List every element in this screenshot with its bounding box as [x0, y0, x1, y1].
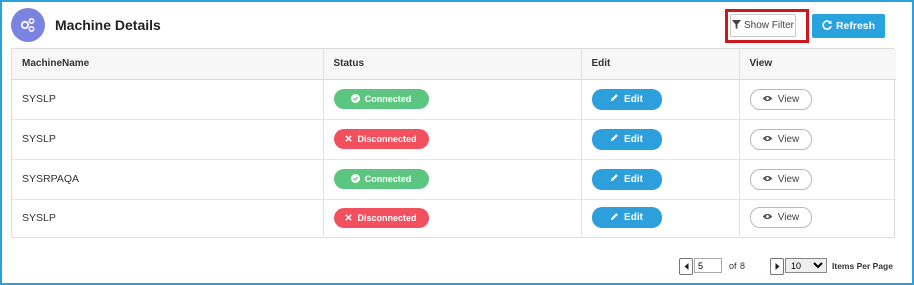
status-cell: Disconnected [323, 119, 582, 159]
x-icon [345, 134, 353, 144]
edit-cell: Edit [581, 159, 740, 199]
refresh-label: Refresh [835, 20, 876, 32]
items-per-page-select[interactable]: 10 [785, 258, 827, 273]
next-page-button[interactable] [770, 258, 784, 275]
column-header-view[interactable]: View [739, 49, 896, 79]
eye-icon [762, 94, 773, 105]
edit-button[interactable]: Edit [591, 207, 662, 229]
eye-icon [762, 212, 773, 223]
machine-name-cell: SYSLP [12, 79, 324, 119]
machine-name: SYSRPAQA [22, 173, 79, 185]
chevron-left-icon [684, 262, 689, 272]
edit-button[interactable]: Edit [591, 128, 662, 150]
x-icon [345, 213, 353, 223]
page-of-label: of [729, 261, 737, 271]
show-filter-button[interactable]: Show Filter [730, 14, 796, 37]
table-row: SYSLP Disconnected Edit View [12, 199, 896, 236]
status-cell: Disconnected [323, 199, 582, 236]
machine-name-cell: SYSLP [12, 119, 324, 159]
view-label: View [777, 133, 800, 145]
total-pages: 8 [740, 261, 746, 271]
status-cell: Connected [323, 79, 582, 119]
items-per-page-label: Items Per Page [832, 261, 893, 271]
machine-name-cell: SYSRPAQA [12, 159, 324, 199]
eye-icon [762, 134, 773, 145]
status-label: Connected [364, 174, 412, 184]
view-button[interactable]: View [749, 88, 812, 110]
view-cell: View [739, 199, 896, 236]
refresh-icon [822, 19, 832, 33]
edit-label: Edit [624, 212, 643, 224]
machine-name: SYSLP [22, 211, 56, 224]
view-label: View [777, 212, 800, 224]
status-label: Disconnected [357, 134, 417, 144]
machine-name: SYSLP [22, 93, 56, 105]
status-badge: Connected [333, 89, 429, 109]
check-circle-icon [350, 93, 360, 105]
pencil-icon [610, 173, 619, 185]
status-label: Connected [364, 94, 412, 104]
table-row: SYSRPAQA Connected Edit View [12, 159, 896, 199]
edit-cell: Edit [581, 119, 740, 159]
status-cell: Connected [323, 159, 582, 199]
redaction-block [55, 212, 88, 223]
redaction-block [55, 134, 88, 145]
page-header: Machine Details Show Filter Refresh [11, 8, 903, 43]
table-header-row: MachineName Status Edit View [12, 49, 896, 79]
pencil-icon [610, 93, 619, 105]
eye-icon [762, 174, 773, 185]
view-cell: View [739, 159, 896, 199]
previous-page-button[interactable] [679, 258, 693, 275]
view-label: View [777, 173, 800, 185]
machine-gears-icon [11, 8, 45, 42]
status-badge: Disconnected [333, 207, 429, 228]
column-header-status[interactable]: Status [323, 49, 582, 79]
table-row: SYSLP Disconnected Edit View [12, 119, 896, 159]
status-badge: Disconnected [333, 129, 429, 149]
check-circle-icon [350, 173, 360, 185]
edit-label: Edit [624, 173, 643, 185]
show-filter-label: Show Filter [743, 20, 794, 31]
column-header-machine-name[interactable]: MachineName [12, 49, 324, 79]
table-row: SYSLP Connected Edit View [12, 79, 896, 119]
view-button[interactable]: View [749, 168, 812, 190]
pencil-icon [610, 212, 619, 224]
window-frame: Machine Details Show Filter Refresh Mach… [0, 0, 914, 285]
view-label: View [777, 93, 800, 105]
view-cell: View [739, 79, 896, 119]
view-button[interactable]: View [749, 207, 812, 229]
edit-label: Edit [624, 133, 643, 145]
column-header-edit[interactable]: Edit [581, 49, 740, 79]
view-button[interactable]: View [749, 128, 812, 150]
status-label: Disconnected [357, 212, 417, 223]
chevron-right-icon [775, 262, 780, 272]
machine-name: SYSLP [22, 133, 56, 145]
pencil-icon [610, 133, 619, 145]
status-badge: Connected [333, 169, 429, 189]
edit-cell: Edit [581, 79, 740, 119]
machine-table: MachineName Status Edit View SYSLP Conne… [11, 48, 896, 238]
edit-button[interactable]: Edit [591, 88, 662, 110]
machine-name-cell: SYSLP [12, 199, 324, 236]
page-title: Machine Details [55, 17, 161, 33]
edit-button[interactable]: Edit [591, 168, 662, 190]
page-number-input[interactable] [694, 258, 722, 273]
view-cell: View [739, 119, 896, 159]
edit-label: Edit [624, 93, 643, 105]
filter-icon [731, 19, 741, 32]
refresh-button[interactable]: Refresh [812, 14, 885, 38]
edit-cell: Edit [581, 199, 740, 236]
